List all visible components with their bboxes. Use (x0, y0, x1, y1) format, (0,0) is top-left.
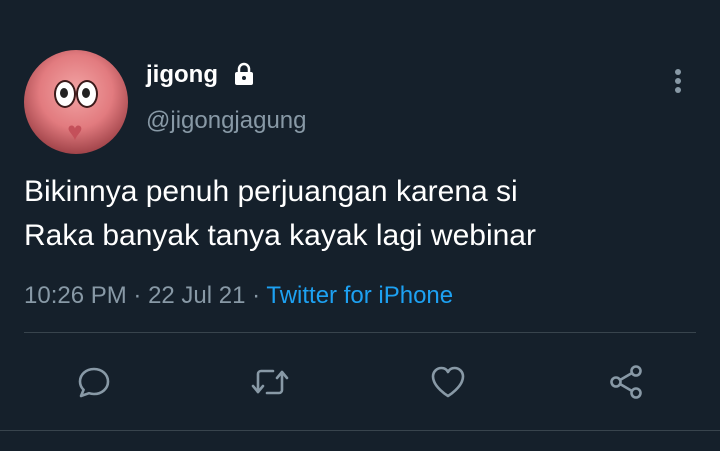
tweet-source-link[interactable]: Twitter for iPhone (266, 282, 453, 309)
avatar[interactable]: ♥ (24, 50, 128, 154)
avatar-right-eye (76, 80, 98, 108)
tweet-date[interactable]: 22 Jul 21 (148, 282, 245, 309)
meta-separator: · (245, 282, 267, 309)
meta-separator: · (126, 282, 149, 309)
reply-icon (76, 364, 112, 400)
retweet-icon (250, 364, 290, 400)
more-options-icon[interactable] (668, 66, 688, 96)
share-button[interactable] (606, 362, 646, 402)
divider (0, 430, 720, 431)
divider (24, 332, 696, 333)
tweet-text: Bikinnya penuh perjuangan karena si Raka… (24, 170, 684, 258)
retweet-button[interactable] (250, 362, 290, 402)
tweet-text-line-2: Raka banyak tanya kayak lagi webinar (24, 219, 536, 252)
user-handle[interactable]: @jigongjagung (146, 106, 307, 136)
display-name[interactable]: jigong (146, 60, 218, 90)
tweet-text-line-1: Bikinnya penuh perjuangan karena si (24, 175, 518, 208)
reply-button[interactable] (74, 362, 114, 402)
avatar-left-eye (54, 80, 76, 108)
like-button[interactable] (428, 362, 468, 402)
like-icon (429, 364, 467, 400)
share-icon (607, 363, 645, 401)
lock-icon (232, 62, 256, 86)
tweet-meta: 10:26 PM · 22 Jul 21 · Twitter for iPhon… (24, 280, 453, 312)
heart-icon: ♥ (67, 116, 83, 146)
tweet-time[interactable]: 10:26 PM (24, 282, 127, 309)
